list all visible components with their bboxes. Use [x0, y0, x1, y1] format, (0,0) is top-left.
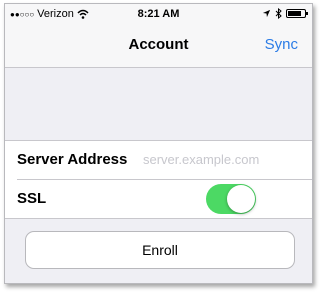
location-arrow-icon	[262, 9, 271, 18]
server-address-row: Server Address	[5, 141, 312, 179]
navigation-bar: Account Sync	[5, 24, 312, 68]
battery-icon	[286, 9, 308, 18]
enroll-button[interactable]: Enroll	[25, 231, 295, 269]
server-address-label: Server Address	[17, 151, 128, 168]
toggle-knob	[227, 185, 255, 213]
server-address-input[interactable]	[143, 149, 303, 169]
account-settings-group: Server Address SSL	[5, 140, 312, 219]
ssl-toggle[interactable]	[206, 184, 256, 214]
bluetooth-icon	[275, 8, 282, 19]
ssl-label: SSL	[17, 190, 47, 207]
status-right	[262, 8, 308, 19]
sync-button[interactable]: Sync	[265, 36, 298, 53]
ssl-row: SSL	[17, 179, 312, 218]
device-screen: ●●○○○ Verizon 8:21 AM Account Sync Serve…	[4, 3, 313, 284]
status-bar: ●●○○○ Verizon 8:21 AM	[5, 4, 312, 24]
